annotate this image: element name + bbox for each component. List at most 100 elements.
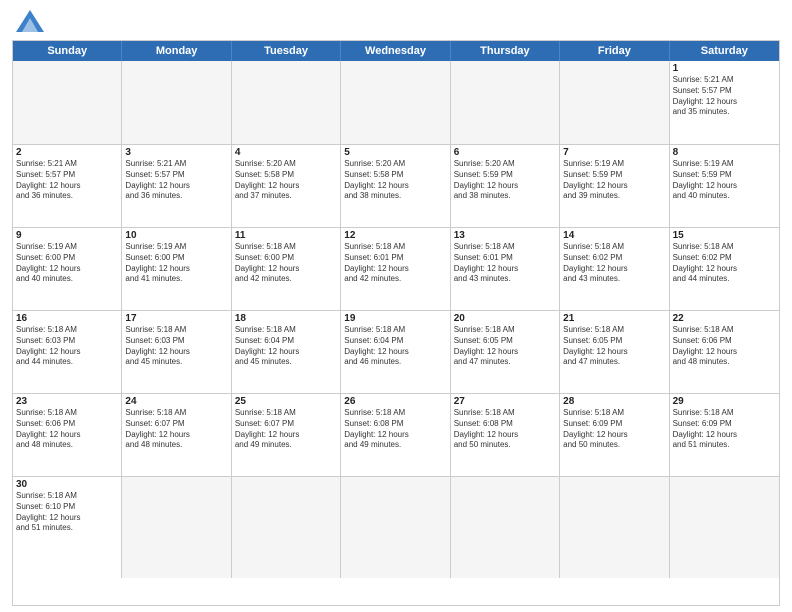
calendar-cell (232, 477, 341, 578)
calendar-cell: 17Sunrise: 5:18 AM Sunset: 6:03 PM Dayli… (122, 311, 231, 393)
day-number: 5 (344, 147, 446, 158)
cell-info: Sunrise: 5:18 AM Sunset: 6:07 PM Dayligh… (235, 408, 337, 451)
day-header-saturday: Saturday (670, 41, 779, 61)
day-number: 30 (16, 479, 118, 490)
calendar-cell (122, 477, 231, 578)
calendar-cell (560, 61, 669, 144)
cell-info: Sunrise: 5:21 AM Sunset: 5:57 PM Dayligh… (125, 159, 227, 202)
calendar-week-4: 16Sunrise: 5:18 AM Sunset: 6:03 PM Dayli… (13, 310, 779, 393)
calendar-cell: 13Sunrise: 5:18 AM Sunset: 6:01 PM Dayli… (451, 228, 560, 310)
calendar-cell (560, 477, 669, 578)
cell-info: Sunrise: 5:18 AM Sunset: 6:00 PM Dayligh… (235, 242, 337, 285)
day-header-sunday: Sunday (13, 41, 122, 61)
calendar-cell: 16Sunrise: 5:18 AM Sunset: 6:03 PM Dayli… (13, 311, 122, 393)
day-headers: SundayMondayTuesdayWednesdayThursdayFrid… (13, 41, 779, 61)
day-number: 3 (125, 147, 227, 158)
day-number: 2 (16, 147, 118, 158)
day-number: 23 (16, 396, 118, 407)
day-number: 1 (673, 63, 776, 74)
day-header-thursday: Thursday (451, 41, 560, 61)
day-header-monday: Monday (122, 41, 231, 61)
cell-info: Sunrise: 5:18 AM Sunset: 6:08 PM Dayligh… (454, 408, 556, 451)
day-number: 24 (125, 396, 227, 407)
calendar-cell (451, 477, 560, 578)
cell-info: Sunrise: 5:18 AM Sunset: 6:08 PM Dayligh… (344, 408, 446, 451)
calendar-cell: 11Sunrise: 5:18 AM Sunset: 6:00 PM Dayli… (232, 228, 341, 310)
day-number: 17 (125, 313, 227, 324)
page: SundayMondayTuesdayWednesdayThursdayFrid… (0, 0, 792, 612)
day-number: 12 (344, 230, 446, 241)
calendar-cell: 18Sunrise: 5:18 AM Sunset: 6:04 PM Dayli… (232, 311, 341, 393)
calendar-week-2: 2Sunrise: 5:21 AM Sunset: 5:57 PM Daylig… (13, 144, 779, 227)
cell-info: Sunrise: 5:20 AM Sunset: 5:58 PM Dayligh… (344, 159, 446, 202)
calendar-cell: 26Sunrise: 5:18 AM Sunset: 6:08 PM Dayli… (341, 394, 450, 476)
cell-info: Sunrise: 5:18 AM Sunset: 6:01 PM Dayligh… (454, 242, 556, 285)
cell-info: Sunrise: 5:18 AM Sunset: 6:06 PM Dayligh… (16, 408, 118, 451)
day-number: 7 (563, 147, 665, 158)
calendar-cell: 4Sunrise: 5:20 AM Sunset: 5:58 PM Daylig… (232, 145, 341, 227)
day-number: 22 (673, 313, 776, 324)
day-number: 14 (563, 230, 665, 241)
calendar-cell: 6Sunrise: 5:20 AM Sunset: 5:59 PM Daylig… (451, 145, 560, 227)
cell-info: Sunrise: 5:18 AM Sunset: 6:04 PM Dayligh… (344, 325, 446, 368)
calendar-cell: 3Sunrise: 5:21 AM Sunset: 5:57 PM Daylig… (122, 145, 231, 227)
day-number: 13 (454, 230, 556, 241)
cell-info: Sunrise: 5:18 AM Sunset: 6:02 PM Dayligh… (673, 242, 776, 285)
calendar-cell (232, 61, 341, 144)
calendar-cell (341, 477, 450, 578)
day-header-wednesday: Wednesday (341, 41, 450, 61)
cell-info: Sunrise: 5:21 AM Sunset: 5:57 PM Dayligh… (16, 159, 118, 202)
day-number: 25 (235, 396, 337, 407)
calendar-cell: 7Sunrise: 5:19 AM Sunset: 5:59 PM Daylig… (560, 145, 669, 227)
calendar-grid: 1Sunrise: 5:21 AM Sunset: 5:57 PM Daylig… (13, 61, 779, 578)
calendar-cell: 15Sunrise: 5:18 AM Sunset: 6:02 PM Dayli… (670, 228, 779, 310)
cell-info: Sunrise: 5:18 AM Sunset: 6:05 PM Dayligh… (563, 325, 665, 368)
calendar-week-1: 1Sunrise: 5:21 AM Sunset: 5:57 PM Daylig… (13, 61, 779, 144)
cell-info: Sunrise: 5:19 AM Sunset: 5:59 PM Dayligh… (563, 159, 665, 202)
cell-info: Sunrise: 5:18 AM Sunset: 6:06 PM Dayligh… (673, 325, 776, 368)
calendar-cell: 29Sunrise: 5:18 AM Sunset: 6:09 PM Dayli… (670, 394, 779, 476)
cell-info: Sunrise: 5:20 AM Sunset: 5:58 PM Dayligh… (235, 159, 337, 202)
day-number: 16 (16, 313, 118, 324)
cell-info: Sunrise: 5:19 AM Sunset: 6:00 PM Dayligh… (125, 242, 227, 285)
calendar-cell: 23Sunrise: 5:18 AM Sunset: 6:06 PM Dayli… (13, 394, 122, 476)
calendar-cell (341, 61, 450, 144)
day-number: 8 (673, 147, 776, 158)
cell-info: Sunrise: 5:18 AM Sunset: 6:04 PM Dayligh… (235, 325, 337, 368)
day-number: 26 (344, 396, 446, 407)
header (12, 10, 780, 32)
calendar-cell: 20Sunrise: 5:18 AM Sunset: 6:05 PM Dayli… (451, 311, 560, 393)
calendar-cell: 22Sunrise: 5:18 AM Sunset: 6:06 PM Dayli… (670, 311, 779, 393)
day-header-friday: Friday (560, 41, 669, 61)
calendar-cell: 25Sunrise: 5:18 AM Sunset: 6:07 PM Dayli… (232, 394, 341, 476)
calendar-cell: 8Sunrise: 5:19 AM Sunset: 5:59 PM Daylig… (670, 145, 779, 227)
cell-info: Sunrise: 5:18 AM Sunset: 6:10 PM Dayligh… (16, 491, 118, 534)
day-number: 6 (454, 147, 556, 158)
calendar-cell: 24Sunrise: 5:18 AM Sunset: 6:07 PM Dayli… (122, 394, 231, 476)
cell-info: Sunrise: 5:18 AM Sunset: 6:05 PM Dayligh… (454, 325, 556, 368)
calendar-cell: 21Sunrise: 5:18 AM Sunset: 6:05 PM Dayli… (560, 311, 669, 393)
cell-info: Sunrise: 5:18 AM Sunset: 6:01 PM Dayligh… (344, 242, 446, 285)
day-header-tuesday: Tuesday (232, 41, 341, 61)
calendar-cell (13, 61, 122, 144)
day-number: 4 (235, 147, 337, 158)
calendar-week-3: 9 Sunrise: 5:19 AM Sunset: 6:00 PM Daylig… (13, 227, 779, 310)
day-number: 9 (16, 230, 118, 241)
calendar-cell: 9Sunrise: 5:19 AM Sunset: 6:00 PM Daylig… (13, 228, 122, 310)
cell-info: Sunrise: 5:18 AM Sunset: 6:07 PM Dayligh… (125, 408, 227, 451)
calendar-cell: 14Sunrise: 5:18 AM Sunset: 6:02 PM Dayli… (560, 228, 669, 310)
cell-info: Sunrise: 5:18 AM Sunset: 6:03 PM Dayligh… (125, 325, 227, 368)
day-number: 11 (235, 230, 337, 241)
day-number: 28 (563, 396, 665, 407)
cell-info: Sunrise: 5:18 AM Sunset: 6:03 PM Dayligh… (16, 325, 118, 368)
logo-icon (16, 10, 44, 32)
cell-info: Sunrise: 5:20 AM Sunset: 5:59 PM Dayligh… (454, 159, 556, 202)
calendar: SundayMondayTuesdayWednesdayThursdayFrid… (12, 40, 780, 606)
calendar-cell (670, 477, 779, 578)
day-number: 10 (125, 230, 227, 241)
cell-info: Sunrise: 5:19 AM Sunset: 5:59 PM Dayligh… (673, 159, 776, 202)
calendar-cell: 5Sunrise: 5:20 AM Sunset: 5:58 PM Daylig… (341, 145, 450, 227)
day-number: 27 (454, 396, 556, 407)
cell-info: Sunrise: 5:21 AM Sunset: 5:57 PM Dayligh… (673, 75, 776, 118)
day-number: 19 (344, 313, 446, 324)
